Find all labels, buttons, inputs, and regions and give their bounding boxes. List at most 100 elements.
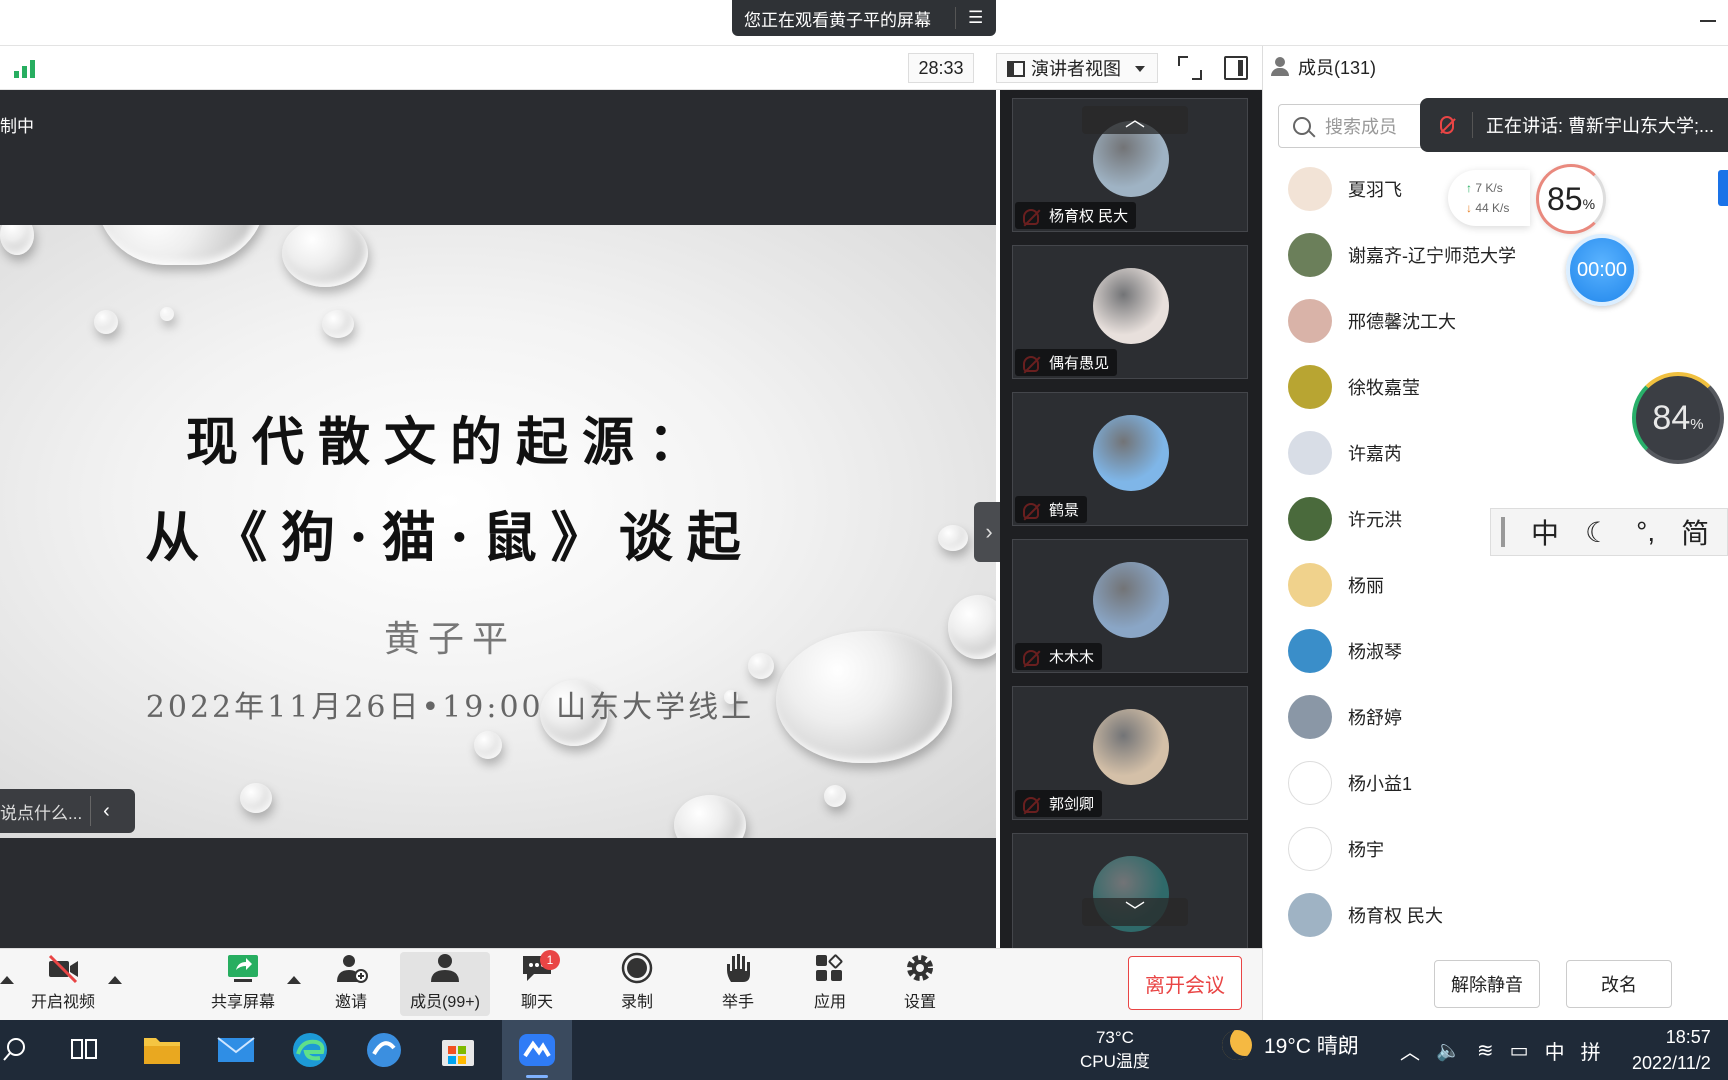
- member-list-item[interactable]: 邢德馨沈工大: [1288, 298, 1456, 344]
- video-tile[interactable]: [1012, 833, 1248, 948]
- moon-icon: [1222, 1030, 1252, 1060]
- settings-button[interactable]: 设置: [877, 952, 963, 1016]
- cpu-temperature[interactable]: 73°C CPU温度: [1080, 1026, 1150, 1074]
- memory-usage-value: 85: [1546, 180, 1583, 217]
- avatar: [1288, 629, 1332, 673]
- app-icon[interactable]: [362, 1028, 406, 1072]
- member-list-item[interactable]: 杨舒婷: [1288, 694, 1402, 740]
- chevron-up-icon[interactable]: [287, 976, 301, 984]
- cpu-usage-gauge[interactable]: 84%: [1632, 372, 1724, 464]
- view-mode-label: 演讲者视图: [1031, 59, 1121, 79]
- network-signal-icon[interactable]: [14, 58, 38, 78]
- chevron-left-icon[interactable]: ‹: [103, 800, 110, 823]
- edge-browser-icon[interactable]: [288, 1028, 332, 1072]
- member-name: 杨育权 民大: [1348, 906, 1444, 926]
- chevron-up-icon[interactable]: [108, 976, 122, 984]
- avatar: [1093, 268, 1169, 344]
- task-view-icon[interactable]: [70, 1036, 98, 1062]
- member-list-item[interactable]: 杨小益1: [1288, 760, 1412, 806]
- divider: [1472, 112, 1473, 138]
- menu-icon[interactable]: ☰: [968, 8, 984, 28]
- water-drop: [94, 310, 118, 334]
- video-tile[interactable]: 郭剑卿: [1012, 686, 1248, 820]
- apps-button[interactable]: 应用: [787, 952, 873, 1016]
- member-search-input[interactable]: 搜索成员: [1278, 104, 1428, 148]
- slide-title-line2: 从《狗·猫·鼠》谈起: [145, 505, 755, 569]
- system-clock[interactable]: 18:57 2022/11/2: [1632, 1024, 1711, 1076]
- punctuation-mode[interactable]: °,: [1636, 516, 1655, 548]
- member-list-item[interactable]: 杨丽: [1288, 562, 1384, 608]
- members-button[interactable]: 成员(99+): [400, 952, 490, 1016]
- start-video-button[interactable]: 开启视频: [20, 952, 106, 1016]
- member-list-item[interactable]: 杨宇: [1288, 826, 1384, 872]
- chat-button[interactable]: 聊天: [494, 952, 580, 1016]
- avatar: [1288, 365, 1332, 409]
- weather-widget[interactable]: 19°C 晴朗: [1222, 1030, 1359, 1060]
- video-tile[interactable]: 木木木: [1012, 539, 1248, 673]
- meeting-app-taskbar-button[interactable]: [502, 1020, 572, 1080]
- mail-icon[interactable]: [214, 1028, 258, 1072]
- rename-button[interactable]: 改名: [1566, 960, 1672, 1008]
- avatar: [1288, 233, 1332, 277]
- record-button[interactable]: 录制: [594, 952, 680, 1016]
- invite-button[interactable]: 邀请: [308, 952, 394, 1016]
- minimize-icon[interactable]: [1700, 8, 1718, 26]
- member-list-item[interactable]: 杨育权 民大: [1288, 892, 1443, 938]
- member-list-item[interactable]: 徐牧嘉莹: [1288, 364, 1420, 410]
- speaker-view-icon: [1007, 61, 1025, 77]
- mic-muted-icon: [1440, 116, 1454, 134]
- member-name: 邢德馨沈工大: [1348, 312, 1456, 332]
- fullscreen-icon[interactable]: [1178, 56, 1202, 80]
- quick-chat-input[interactable]: 说点什么... ‹: [0, 789, 135, 833]
- weather-text: 19°C 晴朗: [1264, 1035, 1359, 1058]
- raise-hand-button[interactable]: 举手: [695, 952, 781, 1016]
- member-list-item[interactable]: 夏羽飞: [1288, 166, 1402, 212]
- share-screen-button[interactable]: 共享屏幕: [200, 952, 286, 1016]
- unmute-all-button[interactable]: 解除静音: [1434, 960, 1540, 1008]
- invite-label: 邀请: [334, 994, 367, 1011]
- battery-icon[interactable]: ▭: [1510, 1038, 1529, 1063]
- meeting-app-icon: [519, 1034, 555, 1066]
- chevron-up-icon[interactable]: [0, 976, 14, 984]
- start-video-label: 开启视频: [30, 994, 95, 1011]
- ime-toolbar: 中 ☾ °, 简 ☺: [1490, 508, 1728, 556]
- file-explorer-icon[interactable]: [140, 1028, 184, 1072]
- water-drop: [474, 731, 502, 759]
- store-icon[interactable]: [436, 1028, 480, 1072]
- ime-mode[interactable]: 拼: [1581, 1036, 1601, 1065]
- members-count: 成员(131): [1298, 58, 1377, 78]
- avatar: [1288, 761, 1332, 805]
- gallery-scroll-up[interactable]: ︿: [1082, 106, 1188, 134]
- input-language[interactable]: 中: [1545, 1036, 1565, 1065]
- view-mode-dropdown[interactable]: 演讲者视图: [996, 53, 1158, 83]
- drag-handle[interactable]: [1501, 517, 1505, 547]
- member-list-item[interactable]: 杨淑琴: [1288, 628, 1402, 674]
- chevron-up-icon[interactable]: ︿: [1400, 1036, 1420, 1065]
- sidebar-toggle-icon[interactable]: [1224, 56, 1248, 80]
- scroll-indicator[interactable]: [1718, 170, 1728, 206]
- member-list-item[interactable]: 许元洪: [1288, 496, 1402, 542]
- network-speed-widget[interactable]: ↑ 7 K/s ↓ 44 K/s: [1448, 170, 1530, 226]
- simplified-mode[interactable]: 简: [1681, 512, 1709, 552]
- raise-hand-label: 举手: [721, 994, 754, 1011]
- video-tile[interactable]: 鹤景: [1012, 392, 1248, 526]
- moon-icon[interactable]: ☾: [1585, 516, 1610, 549]
- wifi-icon[interactable]: ≋: [1477, 1038, 1494, 1063]
- invite-icon: [337, 955, 368, 983]
- ime-chinese-mode[interactable]: 中: [1531, 512, 1559, 552]
- video-tile[interactable]: 偶有愚见: [1012, 245, 1248, 379]
- speaker-icon[interactable]: 🔈: [1436, 1038, 1461, 1063]
- participant-name: 郭剑卿: [1015, 790, 1103, 817]
- search-icon[interactable]: [2, 1036, 28, 1062]
- memory-usage-gauge[interactable]: 85%: [1536, 164, 1606, 234]
- member-list-item[interactable]: 许嘉芮: [1288, 430, 1402, 476]
- leave-meeting-button[interactable]: 离开会议: [1128, 956, 1242, 1010]
- acceleration-timer[interactable]: 00:00: [1566, 234, 1638, 306]
- person-icon: [1270, 57, 1290, 77]
- member-list-item[interactable]: 谢嘉齐-辽宁师范大学: [1288, 232, 1516, 278]
- participant-name: 鹤景: [1015, 496, 1088, 523]
- members-header: 成员(131): [1270, 52, 1376, 82]
- gallery-scroll-down[interactable]: ﹀: [1082, 898, 1188, 926]
- member-name: 杨舒婷: [1348, 708, 1402, 728]
- water-drop: [948, 595, 996, 659]
